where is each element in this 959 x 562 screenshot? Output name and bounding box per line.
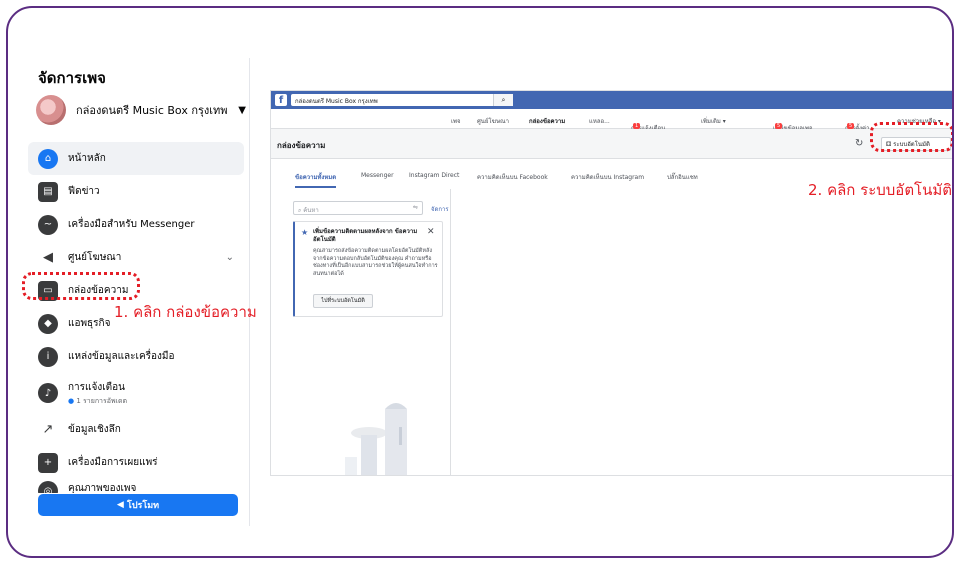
filter-icon[interactable]: ⇋ xyxy=(413,204,418,211)
empty-inbox-illustration xyxy=(345,403,407,475)
search-placeholder: ค้นหา xyxy=(303,207,319,214)
sidebar-item-label: แหล่งข้อมูลและเครื่องมือ xyxy=(68,351,175,362)
step1-annotation: 1. คลิก กล่องข้อความ xyxy=(114,303,257,321)
insights-icon: ↗ xyxy=(42,422,54,437)
page-avatar xyxy=(36,95,66,125)
refresh-icon[interactable]: ↻ xyxy=(855,138,863,149)
messenger-icon: ~ xyxy=(38,214,58,235)
home-icon: ⌂ xyxy=(38,148,58,169)
notification-count-text: 1 รายการอัพเดต xyxy=(76,396,128,405)
conversation-list: ⌕ ค้นหา ⇋ จัดการ ★ เพิ่มข้อความติดตามผลห… xyxy=(291,189,451,475)
go-to-automation-button[interactable]: ไปที่ระบบอัตโนมัติ xyxy=(313,294,373,308)
sidebar-item-label: เครื่องมือสำหรับ Messenger xyxy=(68,219,195,230)
sidebar-item-label: ข้อมูลเชิงลึก xyxy=(68,424,121,435)
star-icon: ★ xyxy=(301,228,309,237)
sidebar-item-label: ฟีดข่าว xyxy=(68,186,100,197)
tab-chat-plugin[interactable]: ปลั๊กอินแชท xyxy=(667,172,698,182)
sidebar-item-label: คุณภาพของเพจ xyxy=(68,483,137,493)
sidebar-item-label: เครื่องมือการเผยแพร่ xyxy=(68,457,158,468)
unread-dot-icon: ● xyxy=(68,396,75,405)
chevron-down-icon[interactable]: ⌄ xyxy=(226,252,234,263)
tab-all-messages[interactable]: ข้อความทั้งหมด xyxy=(295,172,337,188)
tab-instagram-comments[interactable]: ความคิดเห็นบน Instagram xyxy=(571,172,644,182)
page-quality-icon: ◎ xyxy=(38,481,58,493)
step2-highlight xyxy=(870,122,952,152)
inbox-header: กล่องข้อความ ↻ ⚃ ระบบอัตโนมัติ ⚙ xyxy=(271,129,952,159)
cube-icon: ◆ xyxy=(38,313,58,334)
sidebar-title: จัดการเพจ xyxy=(38,69,106,87)
tutorial-frame: จัดการเพจ กล่องดนตรี Music Box กรุงเทพ ▼… xyxy=(6,6,954,558)
sidebar-item-ad-center[interactable]: ◀ ศูนย์โฆษณา ⌄ xyxy=(28,241,244,274)
nav-more[interactable]: เพิ่มเติม ▾ xyxy=(701,116,726,126)
nav-inbox[interactable]: กล่องข้อความ xyxy=(529,116,565,126)
facebook-logo-icon[interactable]: f xyxy=(275,94,287,106)
tab-instagram-direct[interactable]: Instagram Direct xyxy=(409,172,459,179)
tab-messenger[interactable]: Messenger xyxy=(361,172,394,179)
publishing-icon: + xyxy=(38,452,58,473)
promote-label: โปรโมท xyxy=(126,501,160,511)
tab-facebook-comments[interactable]: ความคิดเห็นบน Facebook xyxy=(477,172,548,182)
caret-down-icon: ▼ xyxy=(238,104,246,116)
sidebar-item-news-feed[interactable]: ▤ ฟีดข่าว xyxy=(28,175,244,208)
inbox-screenshot: f กล่องดนตรี Music Box กรุงเทพ ⌕ เพจ ศูน… xyxy=(270,90,952,476)
sidebar-item-page-quality[interactable]: ◎ คุณภาพของเพจ xyxy=(28,479,244,493)
close-icon[interactable]: ✕ xyxy=(427,227,435,237)
card-title: เพิ่มข้อความติดตามผลหลังจาก ข้อความอัตโน… xyxy=(313,228,418,243)
facebook-search-input[interactable]: กล่องดนตรี Music Box กรุงเทพ xyxy=(291,94,511,106)
sidebar-item-notifications[interactable]: ♪ การแจ้งเตือน ● 1 รายการอัพเดต xyxy=(28,373,244,413)
megaphone-icon: ◀ xyxy=(116,500,127,510)
sidebar-item-home[interactable]: ⌂ หน้าหลัก xyxy=(28,142,244,175)
nav-page[interactable]: เพจ xyxy=(451,116,461,126)
nav-more-truncated[interactable]: แหลอ... xyxy=(589,116,610,126)
sidebar-item-insights[interactable]: ↗ ข้อมูลเชิงลึก xyxy=(28,413,244,446)
page-nav-bar: เพจ ศูนย์โฆษณา กล่องข้อความ แหลอ... การแ… xyxy=(271,109,952,132)
conversation-search-input[interactable]: ⌕ ค้นหา ⇋ xyxy=(293,201,423,215)
sidebar-item-resources[interactable]: i แหล่งข้อมูลและเครื่องมือ xyxy=(28,340,244,373)
page-selector[interactable]: กล่องดนตรี Music Box กรุงเทพ ▼ xyxy=(36,94,246,126)
page-name: กล่องดนตรี Music Box กรุงเทพ xyxy=(76,104,228,117)
info-icon: i xyxy=(38,346,58,367)
facebook-top-bar: f กล่องดนตรี Music Box กรุงเทพ ⌕ xyxy=(271,91,952,109)
manage-link[interactable]: จัดการ xyxy=(431,204,449,214)
notification-subtext: ● 1 รายการอัพเดต xyxy=(68,396,127,407)
card-body: คุณสามารถส่งข้อความติดตามผลโดยอัตโนมัติห… xyxy=(313,248,438,277)
step1-highlight xyxy=(22,272,140,300)
inbox-title: กล่องข้อความ xyxy=(277,141,326,150)
step2-annotation: 2. คลิก ระบบอัตโนมัติ xyxy=(808,181,953,199)
sidebar-item-messenger-tools[interactable]: ~ เครื่องมือสำหรับ Messenger xyxy=(28,208,244,241)
sidebar-item-notifications-text: การแจ้งเตือน ● 1 รายการอัพเดต xyxy=(68,380,127,407)
sidebar-item-publishing-tools[interactable]: + เครื่องมือการเผยแพร่ xyxy=(28,446,244,479)
sidebar-item-label: ศูนย์โฆษณา xyxy=(68,252,122,263)
sidebar-item-label: การแจ้งเตือน xyxy=(68,381,125,393)
follow-up-tip-card: ★ เพิ่มข้อความติดตามผลหลังจาก ข้อความอัต… xyxy=(293,221,443,317)
bell-icon: ♪ xyxy=(38,383,58,403)
news-feed-icon: ▤ xyxy=(38,181,58,202)
megaphone-icon: ◀ xyxy=(43,250,53,265)
promote-button[interactable]: ◀ โปรโมท xyxy=(38,494,238,516)
nav-ad-center[interactable]: ศูนย์โฆษณา xyxy=(477,116,509,126)
sidebar-item-label: หน้าหลัก xyxy=(68,153,106,164)
sidebar-item-label: แอพธุรกิจ xyxy=(68,318,111,329)
search-icon[interactable]: ⌕ xyxy=(493,94,513,106)
